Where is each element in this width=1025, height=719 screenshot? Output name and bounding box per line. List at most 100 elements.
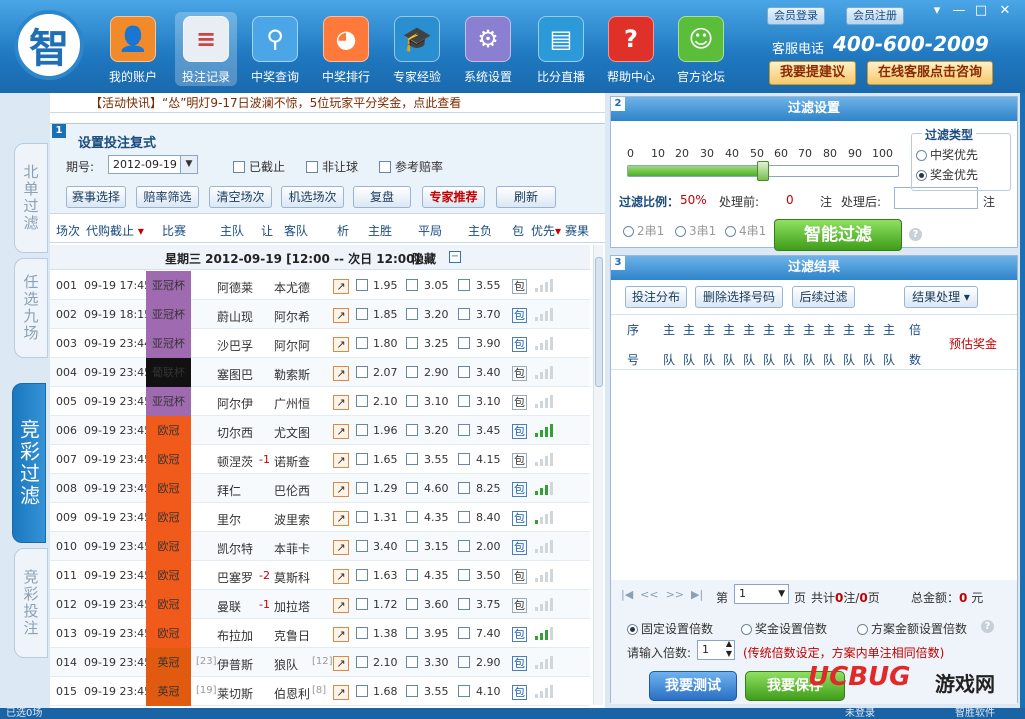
- close-icon[interactable]: ✕: [996, 4, 1014, 20]
- plan-amount-multiple-radio[interactable]: 方案金额设置倍数: [857, 620, 967, 637]
- away-win-checkbox[interactable]: [458, 656, 470, 668]
- bao-icon[interactable]: 包: [512, 569, 527, 584]
- bet-distribution-button[interactable]: 投注分布: [625, 286, 687, 308]
- draw-checkbox[interactable]: [406, 685, 418, 697]
- home-win-checkbox[interactable]: [356, 685, 368, 697]
- table-row[interactable]: 007 09-19 23:45 欧冠 顿涅茨 -1 诺斯查 ↗ 1.65 3.55 4.15 包: [50, 445, 590, 474]
- bao-icon[interactable]: 包: [512, 540, 527, 555]
- bao-icon[interactable]: 包: [512, 627, 527, 642]
- analysis-icon[interactable]: ↗: [333, 308, 349, 323]
- away-win-checkbox[interactable]: [458, 366, 470, 378]
- home-win-checkbox[interactable]: [356, 424, 368, 436]
- draw-checkbox[interactable]: [406, 482, 418, 494]
- chuan-4-radio[interactable]: 4串1: [725, 222, 766, 239]
- chuan-2-radio[interactable]: 2串1: [623, 222, 664, 239]
- analysis-icon[interactable]: ↗: [333, 366, 349, 381]
- analysis-icon[interactable]: ↗: [333, 453, 349, 468]
- analysis-icon[interactable]: ↗: [333, 540, 349, 555]
- away-win-checkbox[interactable]: [458, 424, 470, 436]
- bao-icon[interactable]: 包: [512, 685, 527, 700]
- table-row[interactable]: 011 09-19 23:45 欧冠 巴塞罗 -2 莫斯科 ↗ 1.63 4.35 3.50 包: [50, 561, 590, 590]
- away-win-checkbox[interactable]: [458, 598, 470, 610]
- analysis-icon[interactable]: ↗: [333, 337, 349, 352]
- draw-checkbox[interactable]: [406, 656, 418, 668]
- nav-monitor-button[interactable]: ▤ 比分直播: [530, 16, 592, 85]
- member-login-button[interactable]: 会员登录: [767, 7, 825, 25]
- away-win-checkbox[interactable]: [458, 482, 470, 494]
- help-icon[interactable]: ?: [981, 620, 994, 633]
- draw-checkbox[interactable]: [406, 337, 418, 349]
- no-handicap-checkbox[interactable]: 非让球: [306, 158, 358, 175]
- scroll-thumb[interactable]: [595, 257, 603, 387]
- table-row[interactable]: 012 09-19 23:45 欧冠 曼联 -1 加拉塔 ↗ 1.72 3.60 3.75 包: [50, 590, 590, 619]
- away-win-checkbox[interactable]: [458, 540, 470, 552]
- table-row[interactable]: 006 09-19 23:45 欧冠 切尔西 尤文图 ↗ 1.96 3.20 3.45 包: [50, 416, 590, 445]
- nav-chat-button[interactable]: ☺ 官方论坛: [670, 16, 732, 85]
- home-win-checkbox[interactable]: [356, 453, 368, 465]
- bao-icon[interactable]: 包: [512, 656, 527, 671]
- filter-slider[interactable]: [627, 161, 899, 181]
- nav-search-button[interactable]: ⚲ 中奖查询: [244, 16, 306, 85]
- minimize-icon[interactable]: —: [950, 4, 968, 20]
- table-row[interactable]: 015 09-19 23:45 英冠 [19] 莱切斯 伯恩利 [8] ↗ 1.68 3.55 4.…: [50, 677, 590, 706]
- away-win-checkbox[interactable]: [458, 337, 470, 349]
- analysis-icon[interactable]: ↗: [333, 569, 349, 584]
- home-win-checkbox[interactable]: [356, 366, 368, 378]
- smart-filter-button[interactable]: 智能过滤: [774, 219, 902, 251]
- match-scrollbar[interactable]: [593, 245, 603, 705]
- delete-selected-button[interactable]: 删除选择号码: [695, 286, 783, 308]
- nav-person-button[interactable]: 👤 我的账户: [102, 16, 164, 85]
- tab-jingcai-filter[interactable]: 竞彩过滤: [12, 383, 46, 543]
- draw-checkbox[interactable]: [406, 424, 418, 436]
- draw-checkbox[interactable]: [406, 395, 418, 407]
- draw-checkbox[interactable]: [406, 308, 418, 320]
- bao-icon[interactable]: 包: [512, 279, 527, 294]
- table-row[interactable]: 004 09-19 23:45 葡联杯 塞图巴 勒索斯 ↗ 2.07 2.90 3.40 包: [50, 358, 590, 387]
- bao-icon[interactable]: 包: [512, 424, 527, 439]
- slider-knob[interactable]: [757, 161, 769, 181]
- pager-nav[interactable]: |◀ << >> ▶|: [621, 588, 703, 601]
- random-matches-button[interactable]: 机选场次: [281, 186, 344, 208]
- table-row[interactable]: 008 09-19 23:45 欧冠 拜仁 巴伦西 ↗ 1.29 4.60 8.25 包: [50, 474, 590, 503]
- bao-icon[interactable]: 包: [512, 453, 527, 468]
- review-button[interactable]: 复盘: [353, 186, 411, 208]
- table-row[interactable]: 014 09-19 23:45 英冠 [23] 伊普斯 狼队 [12] ↗ 2.10 3.30 2.…: [50, 648, 590, 677]
- prize-priority-radio[interactable]: 奖金优先: [916, 166, 978, 183]
- bao-icon[interactable]: 包: [512, 511, 527, 526]
- home-win-checkbox[interactable]: [356, 482, 368, 494]
- bao-icon[interactable]: 包: [512, 366, 527, 381]
- away-win-checkbox[interactable]: [458, 685, 470, 697]
- multiple-input[interactable]: 1 ▲ ▼: [697, 639, 735, 660]
- nav-graduate-button[interactable]: 🎓 专家经验: [386, 16, 448, 85]
- analysis-icon[interactable]: ↗: [333, 424, 349, 439]
- away-win-checkbox[interactable]: [458, 511, 470, 523]
- away-win-checkbox[interactable]: [458, 453, 470, 465]
- fixed-multiple-radio[interactable]: 固定设置倍数: [627, 620, 713, 637]
- draw-checkbox[interactable]: [406, 511, 418, 523]
- closed-checkbox[interactable]: 已截止: [233, 158, 285, 175]
- analysis-icon[interactable]: ↗: [333, 511, 349, 526]
- home-win-checkbox[interactable]: [356, 569, 368, 581]
- table-row[interactable]: 003 09-19 23:44 亚冠杯 沙巴孚 阿尔阿 ↗ 1.80 3.25 3.90 包: [50, 329, 590, 358]
- tab-beidan-filter[interactable]: 北单过滤: [14, 143, 48, 253]
- help-icon[interactable]: ?: [909, 228, 922, 241]
- odds-filter-button[interactable]: 赔率筛选: [136, 186, 199, 208]
- analysis-icon[interactable]: ↗: [333, 395, 349, 410]
- table-row[interactable]: 009 09-19 23:45 欧冠 里尔 波里索 ↗ 1.31 4.35 8.40 包: [50, 503, 590, 532]
- away-win-checkbox[interactable]: [458, 627, 470, 639]
- ref-odds-checkbox[interactable]: 参考赔率: [379, 158, 443, 175]
- bao-icon[interactable]: 包: [512, 308, 527, 323]
- home-win-checkbox[interactable]: [356, 337, 368, 349]
- analysis-icon[interactable]: ↗: [333, 685, 349, 700]
- analysis-icon[interactable]: ↗: [333, 279, 349, 294]
- home-win-checkbox[interactable]: [356, 279, 368, 291]
- draw-checkbox[interactable]: [406, 627, 418, 639]
- tab-pick-nine[interactable]: 任选九场: [14, 258, 48, 358]
- away-win-checkbox[interactable]: [458, 279, 470, 291]
- table-row[interactable]: 013 09-19 23:45 欧冠 布拉加 克鲁日 ↗ 1.38 3.95 7.40 包: [50, 619, 590, 648]
- bao-icon[interactable]: 包: [512, 395, 527, 410]
- further-filter-button[interactable]: 后续过滤: [792, 286, 855, 308]
- refresh-button[interactable]: 刷新: [496, 186, 556, 208]
- home-win-checkbox[interactable]: [356, 627, 368, 639]
- chuan-3-radio[interactable]: 3串1: [675, 222, 716, 239]
